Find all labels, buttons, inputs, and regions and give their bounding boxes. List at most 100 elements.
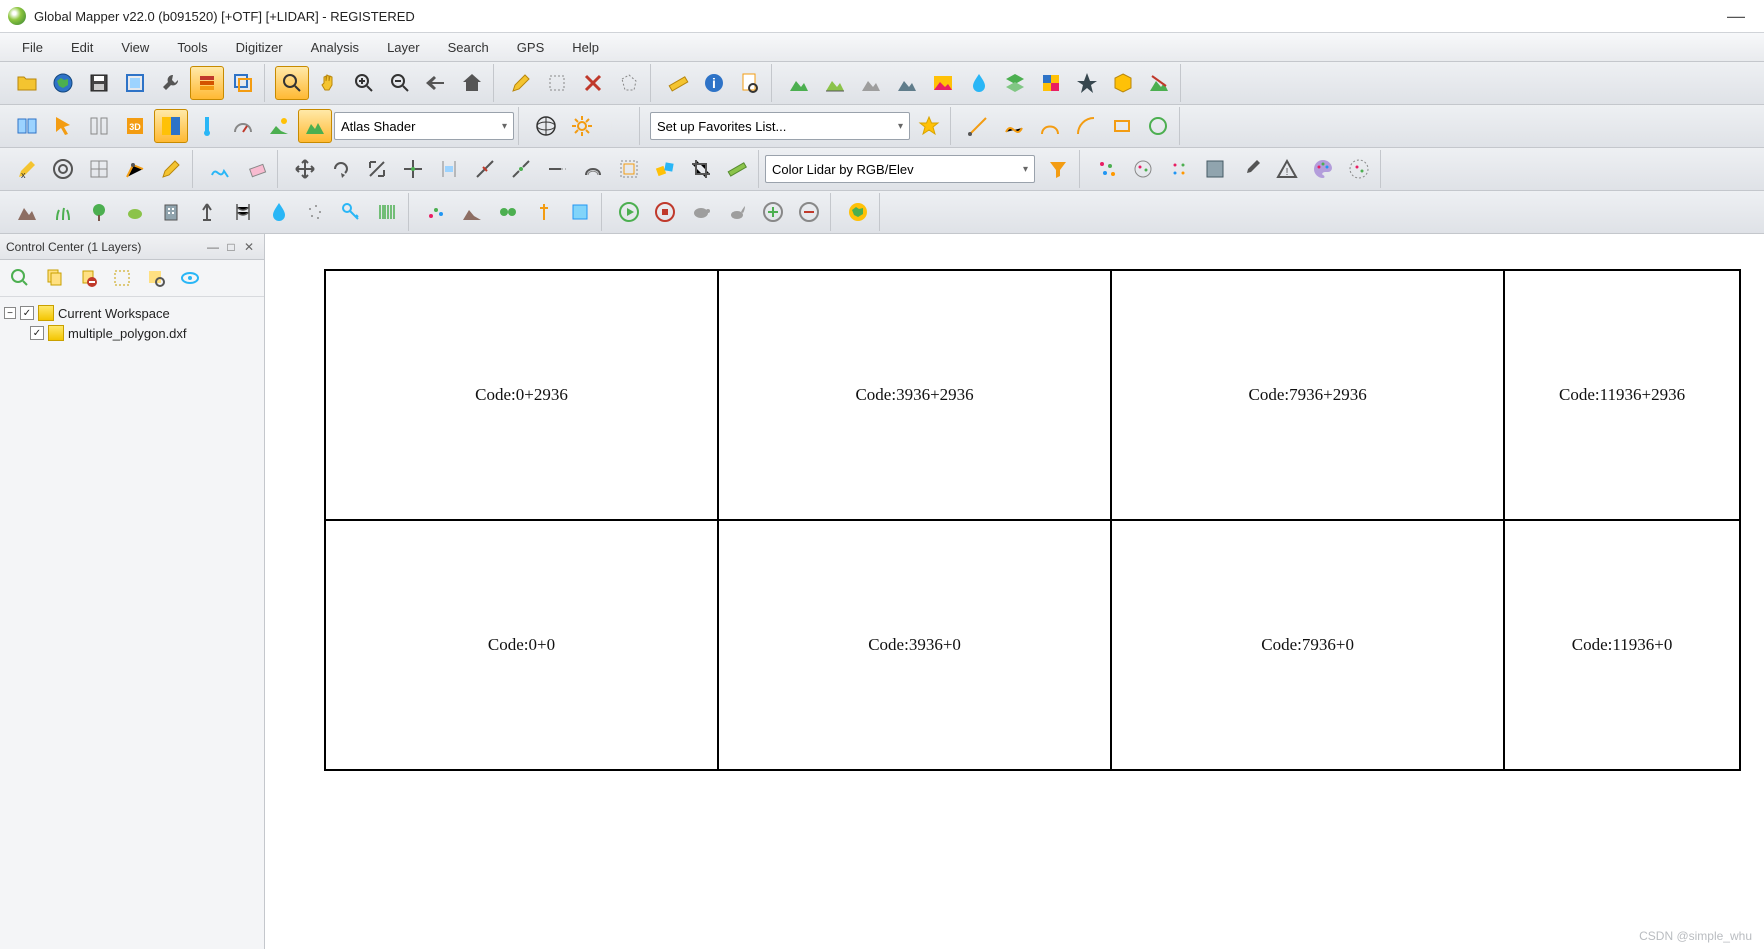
extract-terrain-button[interactable] — [455, 195, 489, 229]
align-button[interactable] — [432, 152, 466, 186]
join-button[interactable] — [504, 152, 538, 186]
transform-button[interactable] — [648, 152, 682, 186]
feat-tower-button[interactable] — [190, 195, 224, 229]
terrain-3-button[interactable] — [854, 66, 888, 100]
terrain-1-button[interactable] — [782, 66, 816, 100]
shader-combo[interactable]: Atlas Shader — [334, 112, 514, 140]
feat-barcode-button[interactable] — [370, 195, 404, 229]
draw-circle-button[interactable] — [1141, 109, 1175, 143]
home-button[interactable] — [455, 66, 489, 100]
pointcloud-2-button[interactable] — [1126, 152, 1160, 186]
globe-color-button[interactable] — [841, 195, 875, 229]
terrain-2-button[interactable] — [818, 66, 852, 100]
buffer-button[interactable] — [612, 152, 646, 186]
draw-rect-button[interactable] — [1105, 109, 1139, 143]
menu-layer[interactable]: Layer — [375, 36, 432, 59]
feat-mountain-button[interactable] — [10, 195, 44, 229]
root-checkbox[interactable]: ✓ — [20, 306, 34, 320]
edit-x-button[interactable]: x — [10, 152, 44, 186]
feat-noise-button[interactable] — [298, 195, 332, 229]
info-button[interactable]: i — [697, 66, 731, 100]
feat-tree-button[interactable] — [82, 195, 116, 229]
freehand-button[interactable] — [203, 152, 237, 186]
tree-layer-node[interactable]: ✓ multiple_polygon.dxf — [30, 323, 260, 343]
stop-button[interactable] — [648, 195, 682, 229]
menu-analysis[interactable]: Analysis — [299, 36, 371, 59]
palette-button[interactable] — [1306, 152, 1340, 186]
lidar-combo[interactable]: Color Lidar by RGB/Elev — [765, 155, 1035, 183]
pointcloud-3-button[interactable] — [1162, 152, 1196, 186]
favorite-star-button[interactable] — [912, 109, 946, 143]
menu-gps[interactable]: GPS — [505, 36, 556, 59]
feat-water-button[interactable] — [262, 195, 296, 229]
shader-active-button[interactable] — [298, 109, 332, 143]
warn-triangle-button[interactable]: ! — [1270, 152, 1304, 186]
classify-button[interactable] — [1342, 152, 1376, 186]
rotate-button[interactable] — [324, 152, 358, 186]
pointcloud-1-button[interactable] — [1090, 152, 1124, 186]
menu-help[interactable]: Help — [560, 36, 611, 59]
menu-search[interactable]: Search — [436, 36, 501, 59]
panel-find-button[interactable] — [140, 264, 172, 292]
gear-button[interactable] — [565, 109, 599, 143]
layer-checkbox[interactable]: ✓ — [30, 326, 44, 340]
imagery-button[interactable] — [926, 66, 960, 100]
ruler-diag-button[interactable] — [720, 152, 754, 186]
layers-stack-button[interactable] — [998, 66, 1032, 100]
eyedropper-button[interactable] — [1234, 152, 1268, 186]
cursor-arrow-button[interactable] — [46, 109, 80, 143]
scale-button[interactable] — [360, 152, 394, 186]
turtle-button[interactable] — [684, 195, 718, 229]
draw-curve-button[interactable] — [1033, 109, 1067, 143]
favorites-combo[interactable]: Set up Favorites List... — [650, 112, 910, 140]
select-poly-button[interactable] — [612, 66, 646, 100]
search-doc-button[interactable] — [733, 66, 767, 100]
digitizer-pencil-button[interactable] — [504, 66, 538, 100]
edit-vertex-button[interactable] — [118, 152, 152, 186]
feat-powerline-button[interactable] — [226, 195, 260, 229]
snap-move-button[interactable] — [396, 152, 430, 186]
pan-button[interactable] — [311, 66, 345, 100]
offset-button[interactable] — [576, 152, 610, 186]
sun-terrain-button[interactable] — [262, 109, 296, 143]
expand-icon[interactable]: − — [4, 307, 16, 319]
overlay-button[interactable] — [226, 66, 260, 100]
grid-edit-button[interactable] — [82, 152, 116, 186]
panel-select-button[interactable] — [106, 264, 138, 292]
globe-wire-button[interactable] — [529, 109, 563, 143]
draw-arc-button[interactable] — [1069, 109, 1103, 143]
hex-button[interactable] — [1106, 66, 1140, 100]
panel-close-button[interactable]: ✕ — [240, 240, 258, 254]
minimize-button[interactable]: — — [1716, 6, 1756, 27]
extract-poles-button[interactable] — [527, 195, 561, 229]
panel-copy-button[interactable] — [38, 264, 70, 292]
menu-digitizer[interactable]: Digitizer — [224, 36, 295, 59]
menu-tools[interactable]: Tools — [165, 36, 219, 59]
save-button[interactable] — [82, 66, 116, 100]
water-drop-button[interactable] — [962, 66, 996, 100]
move-button[interactable] — [288, 152, 322, 186]
zoom-default-button[interactable] — [275, 66, 309, 100]
profile-button[interactable] — [82, 109, 116, 143]
zoom-out-button[interactable] — [383, 66, 417, 100]
stats-button[interactable] — [419, 195, 453, 229]
tree-root-node[interactable]: − ✓ Current Workspace — [4, 303, 260, 323]
plane-button[interactable] — [1070, 66, 1104, 100]
select-rect-button[interactable] — [540, 66, 574, 100]
feat-key-button[interactable] — [334, 195, 368, 229]
crop-button[interactable] — [684, 152, 718, 186]
edit-pencil-button[interactable] — [154, 152, 188, 186]
swipe-button[interactable] — [154, 109, 188, 143]
play-button[interactable] — [612, 195, 646, 229]
extract-grid-button[interactable] — [563, 195, 597, 229]
panel-minimize-button[interactable]: — — [204, 240, 222, 254]
3d-button[interactable]: 3D — [118, 109, 152, 143]
extend-button[interactable] — [540, 152, 574, 186]
splitview-button[interactable] — [10, 109, 44, 143]
menu-file[interactable]: File — [10, 36, 55, 59]
moon-button[interactable] — [601, 109, 635, 143]
open-folder-button[interactable] — [10, 66, 44, 100]
panel-restore-button[interactable]: □ — [222, 240, 240, 254]
target-button[interactable] — [46, 152, 80, 186]
menu-edit[interactable]: Edit — [59, 36, 105, 59]
